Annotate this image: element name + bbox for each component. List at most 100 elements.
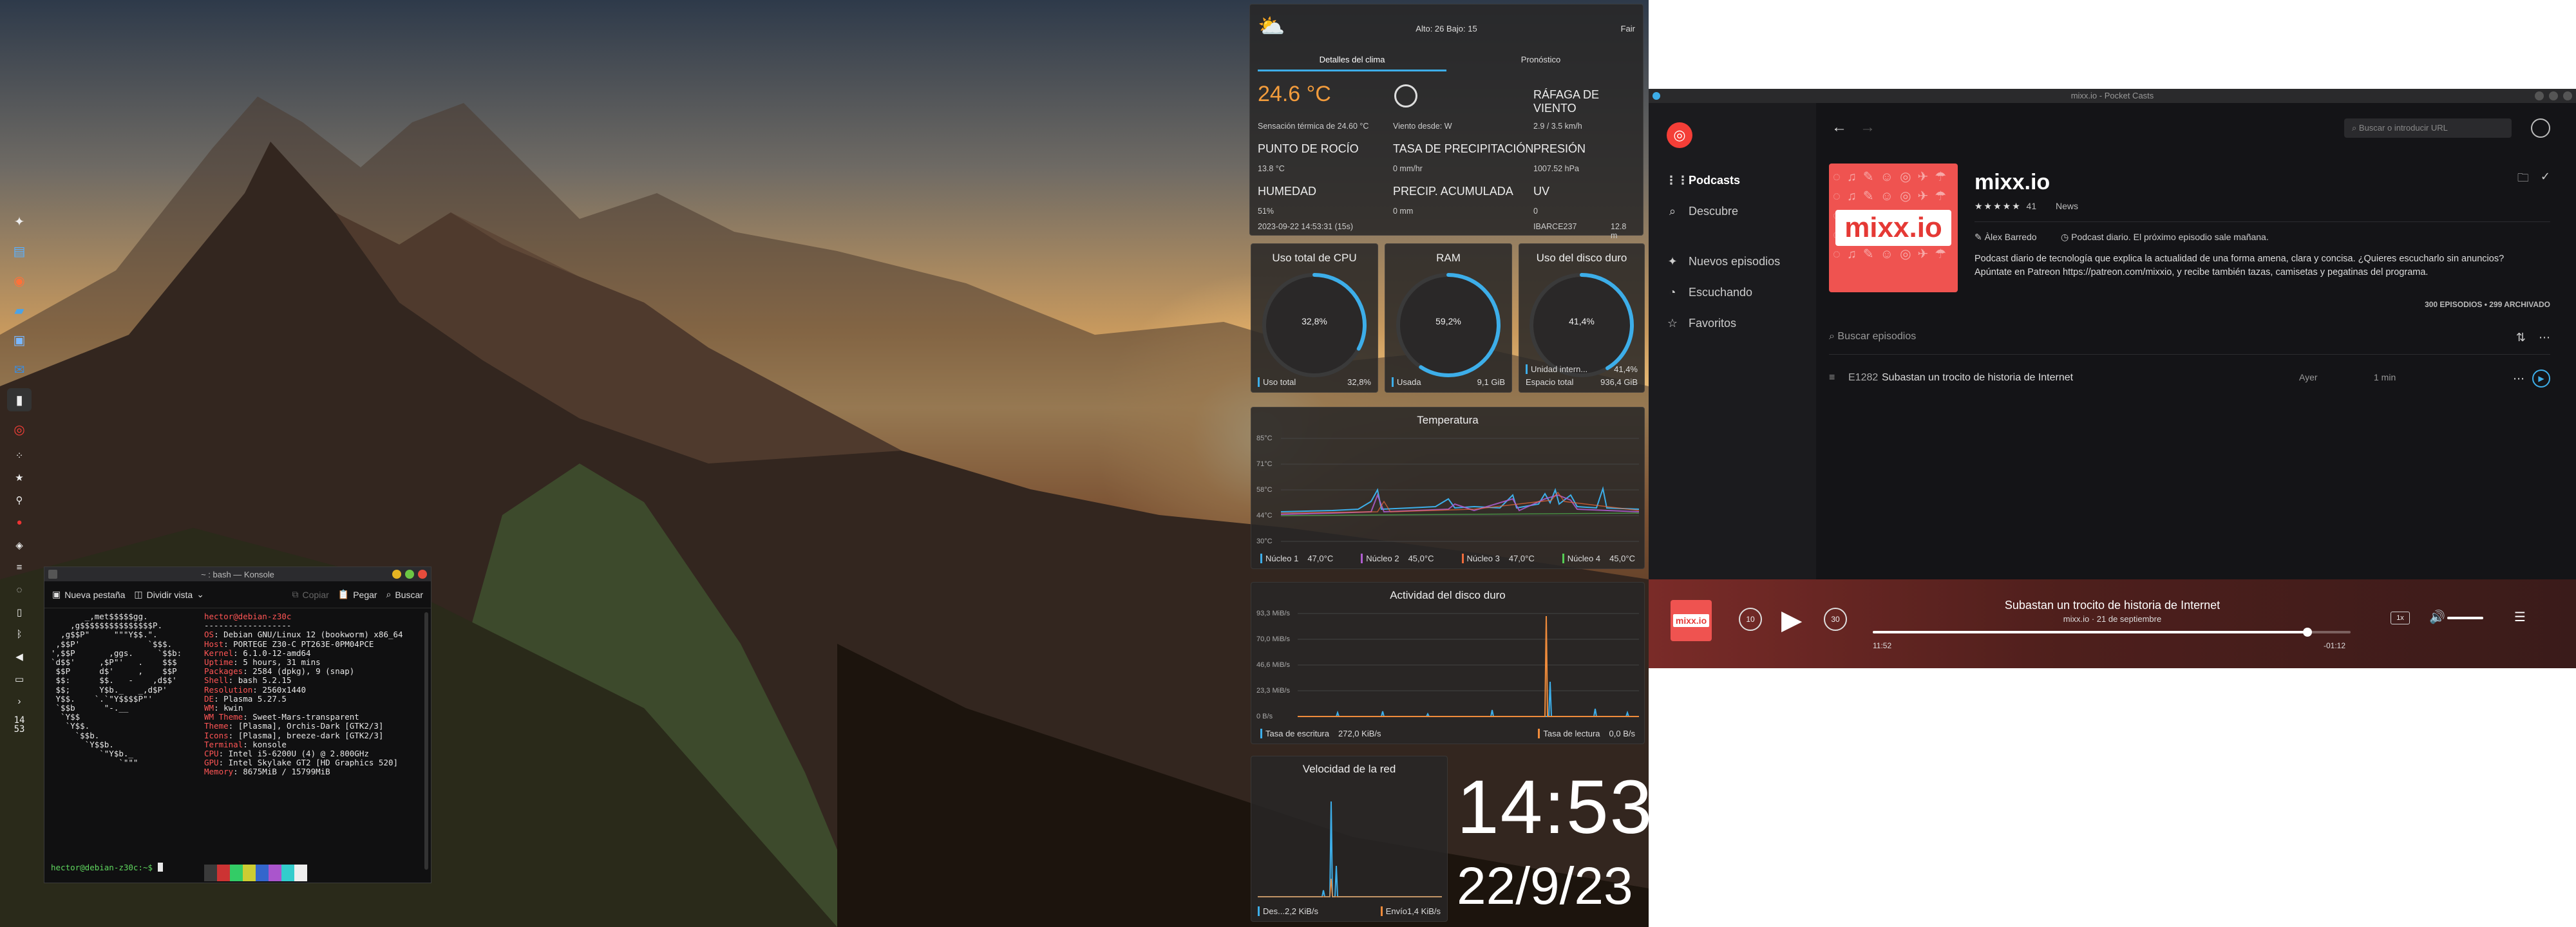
core2-line [1281, 493, 1639, 515]
search-placeholder: Buscar o introducir URL [2358, 123, 2448, 133]
up-next-icon[interactable]: ☰ [2514, 609, 2526, 625]
favorites-icon[interactable]: ★ [10, 470, 28, 486]
pocket-casts-titlebar[interactable]: mixx.io - Pocket Casts [1649, 89, 2576, 103]
volume-slider[interactable] [2447, 617, 2483, 619]
copy-button[interactable]: ⧉ Copiar [292, 589, 329, 600]
seek-bar-knob[interactable] [2303, 628, 2313, 637]
profile-icon[interactable] [2531, 118, 2550, 138]
new-tab-button[interactable]: ▣ Nueva pestaña [52, 589, 125, 600]
expand-tray-icon[interactable]: › [10, 693, 28, 709]
more-options-icon[interactable]: ⋯ [2513, 372, 2524, 386]
more-options-icon[interactable]: ⋯ [2539, 331, 2550, 344]
clipboard-icon[interactable]: ≡ [10, 559, 28, 576]
podcast-search-input[interactable]: ⌕ Buscar o introducir URL [2344, 118, 2512, 138]
nav-starred[interactable]: ☆ Favoritos [1665, 308, 1807, 339]
volume-icon[interactable]: 🔊 [2429, 609, 2445, 625]
author-icon: ✎ [1975, 232, 1985, 242]
dock-clock-hours: 14 [14, 715, 25, 726]
new-tab-label: Nueva pestaña [64, 589, 126, 600]
desktop-clock-date: 22/9/23 [1457, 857, 1633, 915]
red-app-icon[interactable]: ● [10, 514, 28, 530]
back-arrow-icon[interactable]: ← [1832, 118, 1847, 136]
image-viewer-icon[interactable]: ▣ [7, 329, 32, 352]
close-button[interactable] [2563, 91, 2572, 100]
terminal-area[interactable]: _,met$$$$$gg. ,g$$$$$$$$$$$$$$$P. ,g$$P"… [44, 608, 431, 881]
dolphin-icon[interactable]: ▰ [7, 299, 32, 322]
window-menu-icon[interactable] [1653, 92, 1660, 100]
minimize-button[interactable] [392, 570, 401, 579]
sort-icon[interactable]: ⇅ [2516, 331, 2526, 344]
ram-legend: Usada 9,1 GiB [1392, 377, 1505, 387]
maximize-button[interactable] [405, 570, 414, 579]
seek-bar-fill [1873, 631, 2308, 633]
legend-label: Núcleo 1 [1260, 554, 1298, 563]
palette-swatch [281, 865, 294, 881]
applet-icon[interactable]: ⁘ [10, 447, 28, 464]
maximize-button[interactable] [2549, 91, 2558, 100]
nav-in-progress[interactable]: ◔ Escuchando [1665, 277, 1807, 308]
tab-forecast[interactable]: Pronóstico [1446, 52, 1635, 71]
volume-icon[interactable]: ◀ [10, 649, 28, 665]
search-button[interactable]: ⌕ Buscar [386, 589, 423, 600]
split-view-button[interactable]: ◫ Dividir vista ⌄ [134, 589, 204, 600]
user-host-text: hector@debian-z30c [204, 612, 292, 621]
color-palette [204, 865, 307, 881]
cpu-legend-value: 32,8% [1347, 377, 1371, 387]
disk-total-label: Espacio total [1526, 377, 1574, 387]
forward-arrow-icon[interactable]: → [1860, 118, 1875, 136]
konsole-titlebar[interactable]: ~ : bash — Konsole [44, 567, 431, 581]
network-icon[interactable]: ⚲ [10, 492, 28, 509]
thunderbird-icon[interactable]: ✉ [7, 359, 32, 382]
uv-value: 0 [1533, 207, 1538, 216]
notifications-icon[interactable]: ◌ [10, 582, 28, 598]
separator: ------------------ [204, 621, 292, 631]
text-cursor [157, 862, 163, 872]
subscribed-check-icon[interactable]: ✓ [2541, 170, 2550, 189]
bluetooth-icon[interactable]: ᛒ [10, 626, 28, 642]
paste-icon: 📋 [337, 589, 350, 599]
neofetch-key: Terminal [204, 739, 243, 749]
episode-row[interactable]: ≡ E1282 Subastan un trocito de historia … [1829, 370, 2550, 391]
schedule-text: Podcast diario. El próximo episodio sale… [2071, 232, 2269, 242]
firefox-icon[interactable]: ◉ [7, 269, 32, 292]
nav-discover[interactable]: ⌕ Descubre [1665, 196, 1807, 227]
display-icon[interactable]: ▭ [10, 671, 28, 688]
dock-clock[interactable]: 14 53 [14, 716, 25, 734]
weather-station[interactable]: IBARCE237 [1533, 222, 1577, 231]
tray-icon[interactable]: ◈ [10, 537, 28, 553]
neofetch-row: Shell: bash 5.2.15 [204, 676, 403, 685]
konsole-toolbar: ▣ Nueva pestaña ◫ Dividir vista ⌄ ⧉ Copiar 📋… [44, 581, 431, 608]
neofetch-key: Host [204, 639, 224, 649]
minimize-button[interactable] [2535, 91, 2544, 100]
podcast-header-actions: 🗀 ✓ [2517, 170, 2550, 189]
episode-play-icon[interactable]: ▶ [2532, 370, 2550, 388]
paste-button[interactable]: 📋 Pegar [338, 589, 377, 600]
pocket-casts-icon[interactable]: ◎ [7, 418, 32, 441]
battery-icon[interactable]: ▯ [10, 604, 28, 620]
playback-speed-button[interactable]: 1x [2391, 612, 2410, 624]
neofetch-value: : 8675MiB / 15799MiB [233, 767, 330, 777]
seek-bar[interactable] [1873, 628, 2351, 637]
folder-icon[interactable]: 🗀 [2517, 170, 2529, 189]
nav-podcasts[interactable]: ⋮⋮ Podcasts [1665, 165, 1807, 196]
podcast-category[interactable]: News [2056, 201, 2078, 211]
episodes-divider [1829, 354, 2550, 355]
neofetch-value: : bash 5.2.15 [228, 675, 292, 686]
konsole-icon[interactable]: ▮ [7, 388, 32, 412]
podcast-topbar: ← → ⌕ Buscar o introducir URL [1816, 116, 2576, 142]
disk-title: Uso del disco duro [1536, 252, 1627, 264]
copy-icon: ⧉ [292, 589, 299, 599]
ascii-logo-line: `""" [51, 758, 138, 768]
palette-swatch [217, 865, 230, 881]
close-button[interactable] [418, 570, 427, 579]
left-dock: ✦ ▤ ◉ ▰ ▣ ✉ ▮ ◎ ⁘ ★ ⚲ ● ◈ ≡ ◌ ▯ ᛒ ◀ ▭ › … [3, 206, 36, 734]
file-manager-icon[interactable]: ▤ [7, 239, 32, 263]
app-launcher-icon[interactable]: ✦ [7, 210, 32, 233]
tab-weather-details[interactable]: Detalles del clima [1258, 52, 1446, 71]
terminal-scrollbar[interactable] [424, 612, 428, 870]
nav-new-releases[interactable]: ✦ Nuevos episodios [1665, 246, 1807, 277]
ascii-logo-line: $$; Y$b._ _,d$P' [51, 684, 167, 695]
palette-swatch [269, 865, 281, 881]
search-episodes-input[interactable]: ⌕ Buscar episodios [1829, 331, 1916, 342]
legend-value: 1,4 KiB/s [1406, 906, 1441, 916]
